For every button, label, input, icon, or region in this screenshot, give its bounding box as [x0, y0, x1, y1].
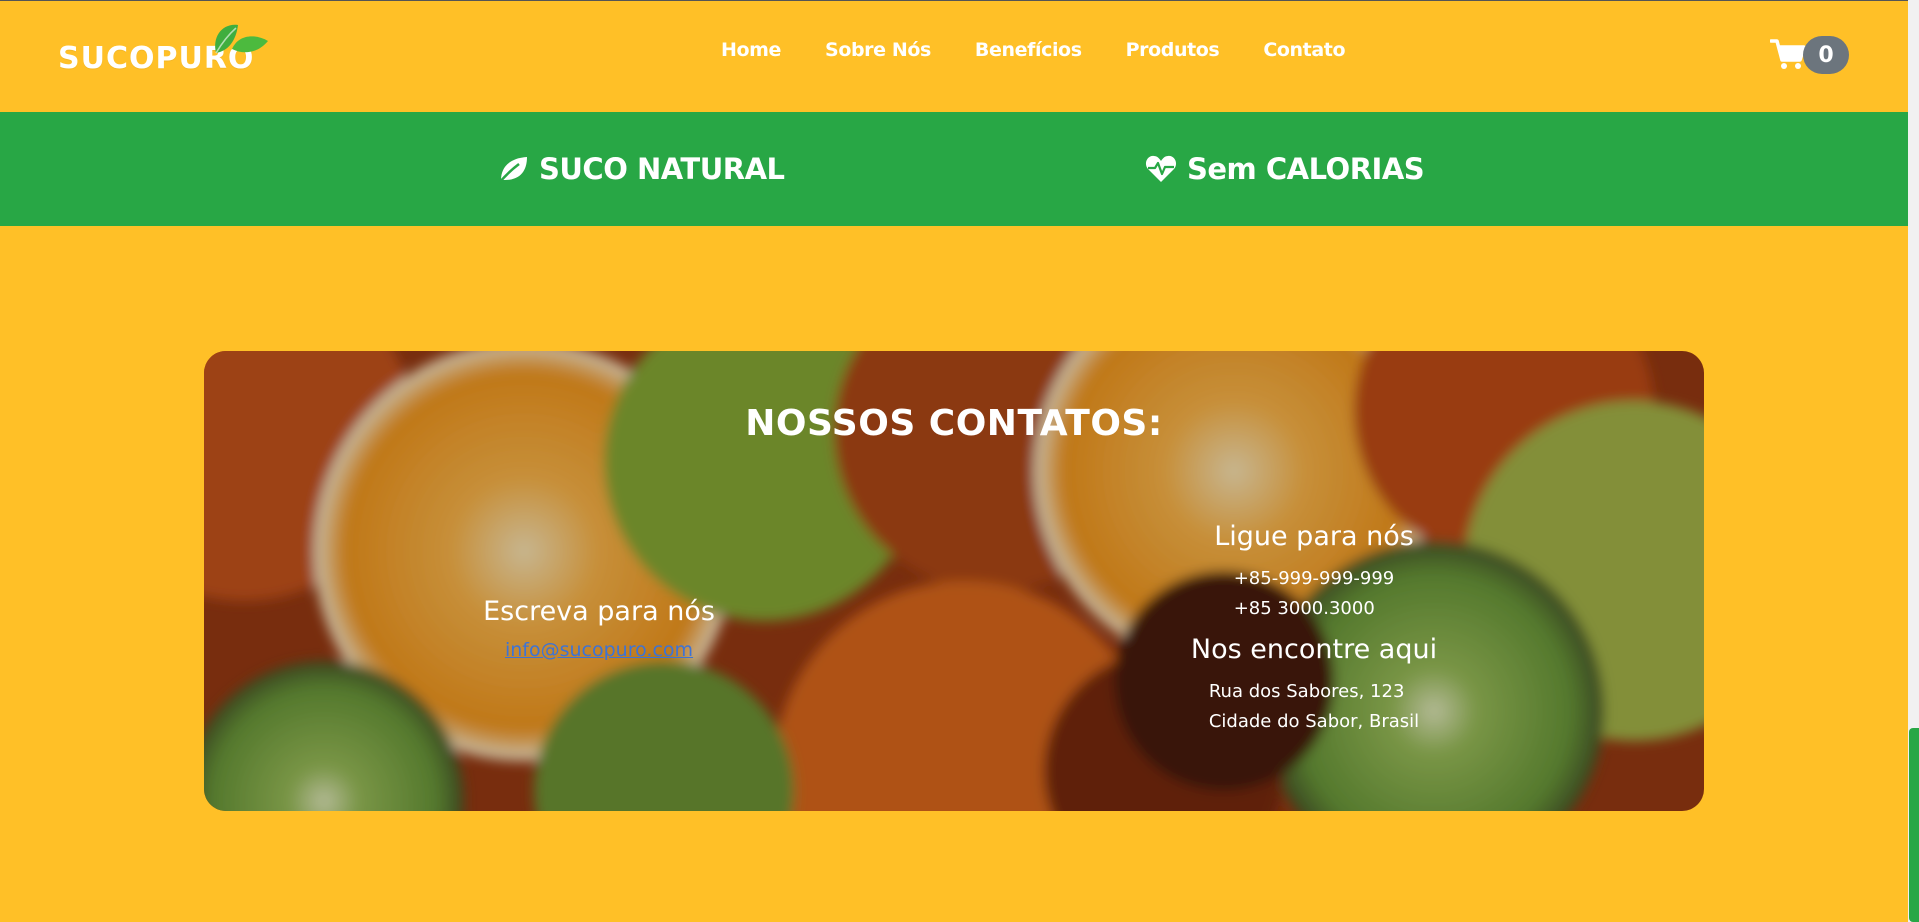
- feature-label: SUCO NATURAL: [539, 152, 785, 186]
- nav-contato[interactable]: Contato: [1263, 39, 1345, 61]
- main-nav: Home Sobre Nós Benefícios Produtos Conta…: [721, 39, 1389, 61]
- feature-suco-natural: SUCO NATURAL: [497, 152, 785, 186]
- phone-number: +85-999-999-999: [1233, 568, 1395, 589]
- nav-produtos[interactable]: Produtos: [1126, 39, 1220, 61]
- scrollbar-thumb[interactable]: [1909, 728, 1919, 922]
- site-header: SUCOPURO Home Sobre Nós Benefícios Produ…: [0, 1, 1908, 112]
- address-lines: Rua dos Sabores, 123 Cidade do Sabor, Br…: [1209, 677, 1419, 737]
- find-heading: Nos encontre aqui: [1190, 634, 1438, 665]
- call-heading: Ligue para nós: [1214, 521, 1414, 552]
- address-line: Cidade do Sabor, Brasil: [1208, 711, 1420, 732]
- call-and-find-section: Ligue para nós +85-999-999-999 +85 3000.…: [1104, 521, 1524, 747]
- phone-list: +85-999-999-999 +85 3000.3000: [1234, 564, 1395, 624]
- nav-home[interactable]: Home: [721, 39, 781, 61]
- contacts-card: NOSSOS CONTATOS: Escreva para nós info@s…: [204, 351, 1704, 811]
- cart-icon: [1770, 39, 1806, 69]
- address-line: Rua dos Sabores, 123: [1208, 681, 1405, 702]
- nav-sobre-nos[interactable]: Sobre Nós: [825, 39, 931, 61]
- nav-beneficios[interactable]: Benefícios: [975, 39, 1082, 61]
- feature-sem-calorias: Sem CALORIAS: [1145, 152, 1425, 186]
- logo[interactable]: SUCOPURO: [58, 19, 268, 79]
- email-link[interactable]: info@sucopuro.com: [505, 639, 693, 661]
- feature-label: Sem CALORIAS: [1187, 152, 1425, 186]
- write-to-us-section: Escreva para nós info@sucopuro.com: [394, 596, 804, 661]
- features-band: SUCO NATURAL Sem CALORIAS: [0, 112, 1908, 226]
- cart-button[interactable]: 0: [1770, 36, 1850, 76]
- leaf-icon: [498, 157, 527, 184]
- heartbeat-icon: [1145, 155, 1177, 182]
- contacts-title: NOSSOS CONTATOS:: [745, 403, 1163, 444]
- write-heading: Escreva para nós: [483, 596, 715, 627]
- phone-number: +85 3000.3000: [1233, 598, 1375, 619]
- leaf-icon: [215, 24, 268, 54]
- cart-count-badge: 0: [1803, 36, 1849, 74]
